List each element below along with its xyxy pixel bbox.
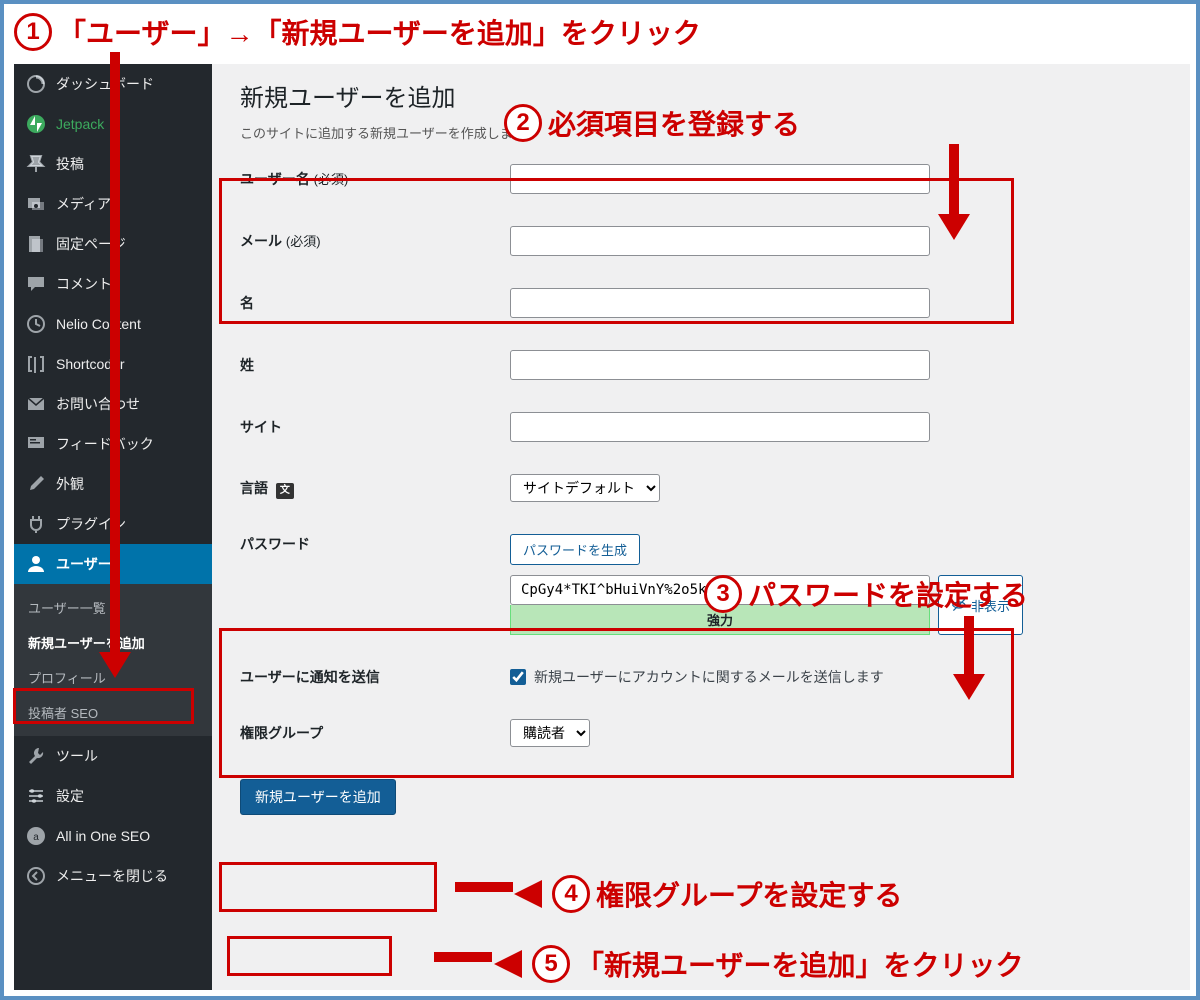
label-email: メール (必須) — [240, 231, 510, 251]
sidebar-label-contact: お問い合わせ — [56, 394, 140, 414]
jetpack-icon — [26, 114, 46, 134]
instruction-1-text: 「ユーザー」→「新規ユーザーを追加」をクリック — [58, 12, 701, 52]
circle-4: 4 — [552, 875, 590, 913]
label-website: サイト — [240, 417, 510, 437]
arrow-3-shaft — [964, 616, 974, 674]
notify-text: 新規ユーザーにアカウントに関するメールを送信します — [534, 667, 884, 687]
label-language-text: 言語 — [240, 480, 268, 496]
sidebar-label-aioseo: All in One SEO — [56, 828, 150, 844]
clock-icon — [26, 314, 46, 334]
sidebar-label-appearance: 外観 — [56, 474, 84, 494]
arrow-3-head — [953, 674, 985, 700]
email-input[interactable] — [510, 226, 930, 256]
arrow-2-head — [938, 214, 970, 240]
instruction-1: 1 「ユーザー」→「新規ユーザーを追加」をクリック — [14, 12, 701, 52]
row-lastname: 姓 — [240, 350, 1162, 380]
label-firstname: 名 — [240, 293, 510, 313]
sidebar-item-aioseo[interactable]: a All in One SEO — [14, 816, 212, 856]
pin-icon — [26, 154, 46, 174]
sidebar-label-posts: 投稿 — [56, 154, 84, 174]
wordpress-admin: ダッシュボード Jetpack 投稿 メディア 固定ページ コメント Nelio… — [14, 64, 1190, 990]
role-select[interactable]: 購読者 — [510, 719, 590, 747]
wrench-icon — [26, 746, 46, 766]
notify-checkbox[interactable] — [510, 669, 526, 685]
media-icon — [26, 194, 46, 214]
sidebar-item-settings[interactable]: 設定 — [14, 776, 212, 816]
sidebar-label-users: ユーザー — [56, 554, 112, 574]
user-icon — [26, 554, 46, 574]
arrow-4-shaft — [455, 882, 513, 892]
circle-5: 5 — [532, 945, 570, 983]
label-notify: ユーザーに通知を送信 — [240, 667, 510, 687]
row-website: サイト — [240, 412, 1162, 442]
brush-icon — [26, 474, 46, 494]
label-email-req: (必須) — [286, 234, 321, 249]
sidebar-item-tools[interactable]: ツール — [14, 736, 212, 776]
instruction-3: 3 パスワードを設定する — [704, 574, 1028, 614]
instruction-4: 4 権限グループを設定する — [514, 874, 902, 914]
sidebar-label-collapse: メニューを閉じる — [56, 866, 168, 886]
sidebar-sub-author-seo[interactable]: 投稿者 SEO — [14, 695, 212, 730]
website-input[interactable] — [510, 412, 930, 442]
sidebar-item-collapse[interactable]: メニューを閉じる — [14, 856, 212, 896]
row-email: メール (必須) — [240, 226, 1162, 256]
username-input[interactable] — [510, 164, 930, 194]
arrow-1-shaft — [110, 52, 120, 652]
instruction-3-text: パスワードを設定する — [748, 574, 1028, 614]
label-email-text: メール — [240, 233, 282, 249]
sidebar-label-comments: コメント — [56, 274, 112, 294]
lastname-input[interactable] — [510, 350, 930, 380]
sidebar-label-jetpack: Jetpack — [56, 116, 104, 132]
instruction-2-text: 必須項目を登録する — [548, 103, 800, 143]
instruction-4-text: 権限グループを設定する — [596, 874, 902, 914]
instruction-2: 2 必須項目を登録する — [504, 103, 800, 143]
arrow-left-5 — [494, 950, 522, 978]
instruction-5-text: 「新規ユーザーを追加」をクリック — [576, 944, 1023, 984]
feedback-icon — [26, 434, 46, 454]
arrow-5-shaft — [434, 952, 492, 962]
row-role: 権限グループ 購読者 — [240, 719, 1162, 747]
row-firstname: 名 — [240, 288, 1162, 318]
comment-icon — [26, 274, 46, 294]
svg-text:a: a — [33, 832, 39, 843]
translate-icon: 文 — [276, 483, 294, 499]
sidebar-label-media: メディア — [56, 194, 111, 214]
label-password: パスワード — [240, 534, 510, 554]
label-username-text: ユーザー名 — [240, 171, 310, 187]
instruction-5: 5 「新規ユーザーを追加」をクリック — [494, 944, 1023, 984]
row-username: ユーザー名 (必須) — [240, 164, 1162, 194]
language-select[interactable]: サイトデフォルト — [510, 474, 660, 502]
sliders-icon — [26, 786, 46, 806]
mail-icon — [26, 394, 46, 414]
circle-1: 1 — [14, 13, 52, 51]
main-content: 新規ユーザーを追加 このサイトに追加する新規ユーザーを作成します。 ユーザー名 … — [212, 64, 1190, 990]
sidebar-label-nelio: Nelio Content — [56, 316, 141, 332]
firstname-input[interactable] — [510, 288, 930, 318]
label-username: ユーザー名 (必須) — [240, 169, 510, 189]
label-lastname: 姓 — [240, 355, 510, 375]
arrow-1-head — [99, 652, 131, 678]
generate-password-button[interactable]: パスワードを生成 — [510, 534, 640, 565]
row-notify: ユーザーに通知を送信 新規ユーザーにアカウントに関するメールを送信します — [240, 667, 1162, 687]
arrow-2-shaft — [949, 144, 959, 214]
dashboard-icon — [26, 74, 46, 94]
row-language: 言語 文 サイトデフォルト — [240, 474, 1162, 502]
aioseo-icon: a — [26, 826, 46, 846]
plug-icon — [26, 514, 46, 534]
circle-2: 2 — [504, 104, 542, 142]
sidebar-label-tools: ツール — [56, 746, 98, 766]
submit-button[interactable]: 新規ユーザーを追加 — [240, 779, 396, 815]
brackets-icon — [26, 354, 46, 374]
circle-3: 3 — [704, 575, 742, 613]
label-username-req: (必須) — [314, 172, 349, 187]
label-language: 言語 文 — [240, 478, 510, 499]
label-role: 権限グループ — [240, 723, 510, 743]
sidebar-label-feedback: フィードバック — [56, 434, 154, 454]
page-icon — [26, 234, 46, 254]
collapse-icon — [26, 866, 46, 886]
arrow-left-4 — [514, 880, 542, 908]
sidebar-label-settings: 設定 — [56, 786, 84, 806]
sidebar-label-dashboard: ダッシュボード — [56, 74, 154, 94]
